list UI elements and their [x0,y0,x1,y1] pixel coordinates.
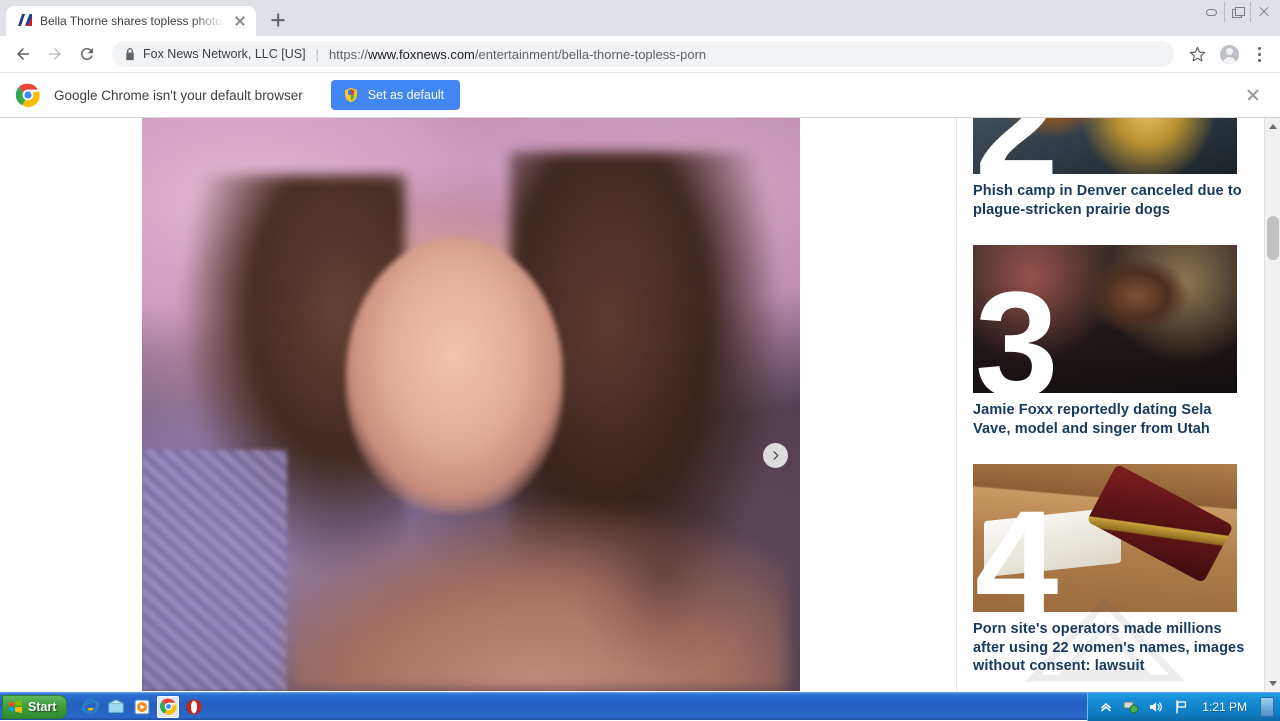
bookmark-button[interactable] [1182,39,1212,69]
windows-flag-icon [8,699,23,714]
network-icon[interactable] [1123,699,1139,715]
window-controls [1198,2,1276,22]
hero-image[interactable] [142,118,800,691]
trending-item[interactable]: 4 Porn site's operators made millions af… [973,464,1247,688]
scroll-down-button[interactable] [1265,675,1280,691]
default-browser-infobar: Google Chrome isn't your default browser… [0,73,1280,118]
media-player-icon[interactable] [131,696,153,718]
windows-shield-icon [343,87,359,103]
lock-icon [124,48,136,61]
url-host: www.foxnews.com [368,47,475,62]
tab-title: Bella Thorne shares topless photos i [40,14,225,28]
menu-dot [1258,53,1261,56]
chevron-right-icon [770,450,781,461]
close-window-icon [1258,6,1270,18]
set-as-default-label: Set as default [368,88,444,102]
windows-taskbar: Start [0,692,1280,720]
hero-image-detail [142,450,287,691]
browser-tab[interactable]: Bella Thorne shares topless photos i [6,6,256,36]
url-text: https://www.foxnews.com/entertainment/be… [329,47,706,62]
trending-headline[interactable]: Phish camp in Denver canceled due to pla… [973,174,1247,229]
volume-icon[interactable] [1148,699,1164,715]
start-label: Start [28,700,56,714]
trending-sidebar: 2 Phish camp in Denver canceled due to p… [957,118,1263,691]
menu-dot [1258,47,1261,50]
page-viewport: 2 Phish camp in Denver canceled due to p… [0,118,1280,691]
page-content: 2 Phish camp in Denver canceled due to p… [0,118,1264,691]
trending-rank: 3 [975,269,1054,393]
trending-headline[interactable]: Porn site's operators made millions afte… [973,612,1247,686]
show-hidden-icons-icon[interactable] [1098,699,1114,715]
url-path: /entertainment/bella-thorne-topless-porn [475,47,706,62]
system-tray: 1:21 PM [1087,693,1280,721]
trending-headline[interactable]: Jamie Foxx reportedly dating Sela Vave, … [973,393,1247,448]
google-chrome-icon[interactable] [157,696,179,718]
new-tab-button[interactable] [264,6,292,34]
omnibox-separator: | [313,47,322,62]
hero-image-detail [576,473,747,679]
restore-button[interactable] [1224,2,1250,22]
chrome-logo-icon [16,83,40,107]
star-icon [1189,46,1206,63]
set-as-default-button[interactable]: Set as default [331,80,460,110]
url-scheme: https:// [329,47,368,62]
chrome-menu-button[interactable] [1246,39,1272,69]
scrollbar-thumb[interactable] [1267,216,1279,260]
arrow-right-icon [46,45,64,63]
opera-icon[interactable] [183,696,205,718]
trending-item[interactable]: 3 Jamie Foxx reportedly dating Sela Vave… [973,245,1247,450]
scroll-up-button[interactable] [1265,118,1280,134]
flag-icon[interactable] [1173,699,1189,715]
show-desktop-button[interactable] [1260,697,1274,717]
close-icon[interactable] [232,13,248,29]
minimize-icon [1206,9,1217,16]
restore-icon [1232,7,1243,17]
trending-item[interactable]: 2 Phish camp in Denver canceled due to p… [973,118,1247,231]
toolbar-right-actions [1182,39,1272,69]
arrow-left-icon [14,45,32,63]
profile-button[interactable] [1214,39,1244,69]
foxnews-favicon-icon [17,13,33,29]
reload-icon [78,45,96,63]
back-button[interactable] [8,39,38,69]
trending-thumbnail[interactable]: 2 [973,118,1237,174]
internet-explorer-icon[interactable] [79,696,101,718]
browser-toolbar: Fox News Network, LLC [US] | https://www… [0,36,1280,73]
infobar-close-icon[interactable] [1242,84,1264,106]
trending-rank: 2 [975,118,1054,174]
close-window-button[interactable] [1250,2,1276,22]
vertical-scrollbar[interactable] [1264,118,1280,691]
minimize-button[interactable] [1198,2,1224,22]
infobar-message: Google Chrome isn't your default browser [54,88,303,103]
show-desktop-icon[interactable] [105,696,127,718]
site-identity-label: Fox News Network, LLC [US] [143,47,306,61]
menu-dot [1258,59,1261,62]
reload-button[interactable] [72,39,102,69]
triangle-up-icon [1269,124,1277,129]
trending-thumbnail[interactable]: 4 [973,464,1237,612]
article-column [0,118,957,691]
trending-thumbnail[interactable]: 3 [973,245,1237,393]
tab-strip: Bella Thorne shares topless photos i [0,0,1280,36]
avatar-icon [1220,45,1239,64]
forward-button[interactable] [40,39,70,69]
carousel-next-button[interactable] [763,443,788,468]
start-button[interactable]: Start [2,695,67,719]
taskbar-clock[interactable]: 1:21 PM [1198,700,1251,714]
hero-image-detail [346,238,563,513]
browser-window: Bella Thorne shares topless photos i [0,0,1280,692]
trending-rank: 4 [975,488,1054,612]
address-bar[interactable]: Fox News Network, LLC [US] | https://www… [112,41,1174,67]
quick-launch-bar [79,696,205,718]
triangle-down-icon [1269,681,1277,686]
